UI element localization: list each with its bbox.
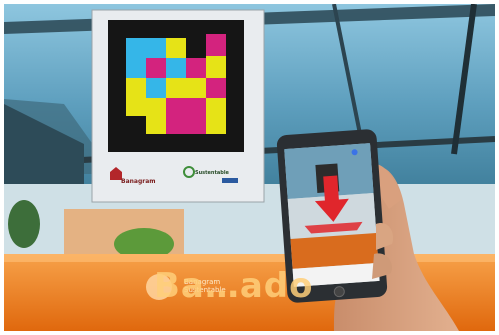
photo: Banagram Sustentable Banagram Sustentabl…: [4, 4, 495, 331]
storefront-text: Ba…ado: [154, 266, 314, 306]
sign-right-logo-text: Sustentable: [195, 170, 229, 176]
sign-left-logo-text: Banagram: [121, 178, 156, 185]
sign-small-badge: [222, 178, 238, 183]
ar-marker-sign: [91, 9, 265, 203]
storefront-highlight: [4, 254, 495, 262]
tree-left: [8, 200, 40, 248]
screen-storefront: [290, 232, 379, 269]
